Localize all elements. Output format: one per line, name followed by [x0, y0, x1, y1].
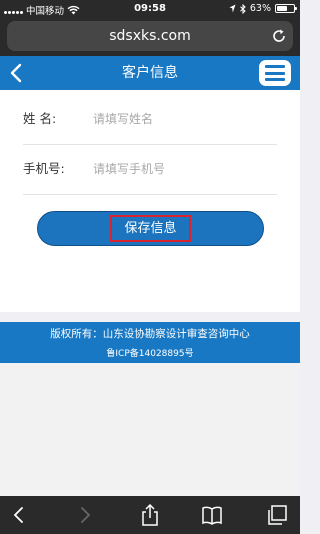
customer-info-form: 姓 名: 手机号: 保存信息: [0, 90, 300, 312]
battery-percent: 63%: [249, 3, 271, 14]
save-button[interactable]: 保存信息: [37, 211, 264, 246]
empty-area: [0, 363, 300, 496]
phone-input[interactable]: [93, 157, 273, 181]
tabs-icon[interactable]: [266, 504, 288, 526]
page-footer: 版权所有：山东设协勘察设计审查咨询中心 鲁ICP备14028895号: [0, 322, 300, 363]
browser-toolbar: [0, 496, 300, 534]
location-icon: [229, 4, 236, 13]
back-icon[interactable]: [9, 504, 31, 526]
phone-label: 手机号:: [23, 161, 65, 176]
status-right: 63%: [229, 3, 297, 14]
bookmarks-icon[interactable]: [201, 504, 223, 526]
menu-icon: [265, 65, 285, 68]
page-title: 客户信息: [122, 65, 178, 81]
browser-address-area: sdsxks.com: [0, 18, 300, 56]
battery-fill: [277, 6, 288, 11]
name-row: 姓 名:: [23, 95, 277, 145]
url-text: sdsxks.com: [109, 28, 191, 44]
save-button-label: 保存信息: [110, 215, 191, 242]
app-header: 客户信息: [0, 56, 300, 90]
menu-icon-bar: [265, 71, 285, 75]
name-input[interactable]: [93, 107, 273, 131]
address-bar[interactable]: sdsxks.com: [7, 21, 293, 51]
name-label: 姓 名:: [23, 111, 57, 126]
reload-icon[interactable]: [271, 28, 287, 44]
menu-icon-bar: [265, 78, 285, 81]
status-bar: 中国移动 09:58 63%: [0, 0, 300, 18]
menu-button[interactable]: [259, 60, 291, 86]
battery-icon: [275, 4, 297, 13]
copyright-text: 版权所有：山东设协勘察设计审查咨询中心: [50, 328, 250, 340]
icp-number: 鲁ICP备14028895号: [106, 349, 194, 359]
share-icon[interactable]: [139, 504, 161, 526]
phone-row: 手机号:: [23, 145, 277, 195]
bluetooth-icon: [240, 3, 246, 14]
forward-icon[interactable]: [73, 504, 95, 526]
